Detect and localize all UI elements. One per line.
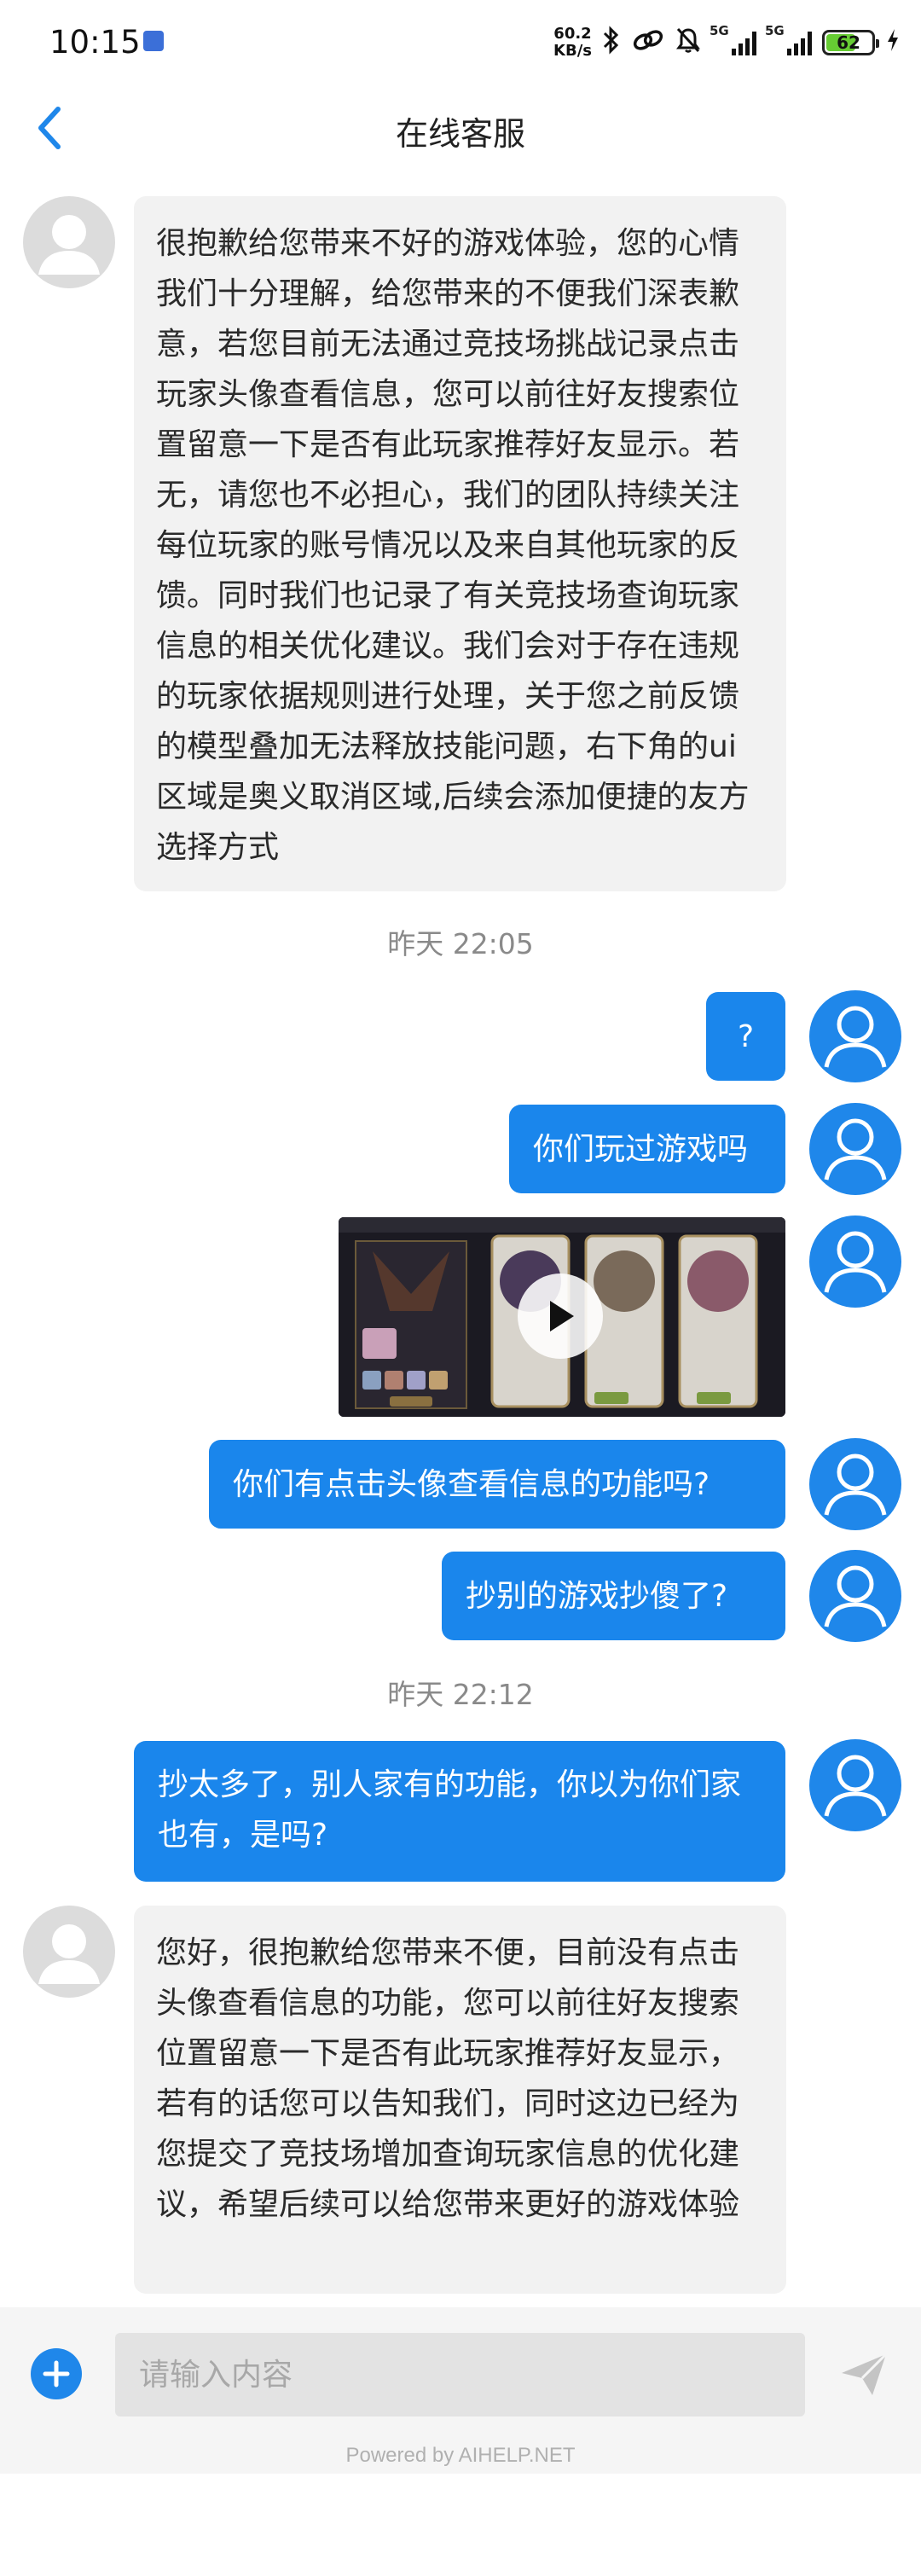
message-timestamp: 昨天 22:12	[387, 1678, 534, 1711]
status-time: 10:15	[49, 24, 141, 61]
agent-message: 您好，很抱歉给您带来不便，目前没有点击头像查看信息的功能，您可以前往好友搜索位置…	[134, 1906, 786, 2294]
user-avatar	[809, 1103, 901, 1195]
status-bar: 10:15 60.2 KB/s 5G 5G 62	[0, 0, 921, 85]
user-avatar	[809, 1550, 901, 1642]
person-icon	[38, 1924, 100, 1984]
link-icon	[631, 27, 665, 58]
send-icon	[842, 2353, 888, 2395]
network-speed-unit: KB/s	[553, 42, 592, 60]
person-icon	[824, 1118, 887, 1181]
video-message[interactable]	[339, 1217, 785, 1417]
app-notification-icon	[143, 31, 164, 51]
signal-strength-1: 5G	[710, 23, 756, 55]
chat-area[interactable]: 很抱歉给您带来不好的游戏体验，您的心情我们十分理解，给您带来的不便我们深表歉意，…	[0, 171, 921, 2307]
person-icon	[824, 1453, 887, 1516]
person-icon	[824, 1231, 887, 1293]
agent-avatar	[23, 196, 115, 288]
user-message: 抄太多了，别人家有的功能，你以为你们家也有，是吗?	[134, 1741, 785, 1882]
status-icons: 60.2 KB/s 5G 5G 62	[553, 19, 901, 67]
play-icon	[550, 1301, 574, 1332]
user-avatar	[809, 1215, 901, 1308]
mute-bell-icon	[675, 26, 701, 59]
network-speed-value: 60.2	[553, 25, 592, 43]
play-button[interactable]	[518, 1273, 603, 1359]
user-avatar	[809, 990, 901, 1082]
page-title: 在线客服	[395, 115, 525, 153]
user-message: ?	[706, 992, 785, 1081]
bluetooth-icon	[602, 26, 621, 60]
send-button[interactable]	[836, 2347, 892, 2403]
battery-level: 62	[837, 32, 860, 53]
message-input[interactable]	[115, 2333, 805, 2416]
signal-2-label: 5G	[765, 23, 785, 38]
chat-header: 在线客服	[0, 85, 921, 171]
person-icon	[824, 1006, 887, 1068]
user-message: 你们玩过游戏吗	[509, 1105, 785, 1193]
person-icon	[38, 215, 100, 275]
person-icon	[824, 1755, 887, 1817]
person-icon	[824, 1565, 887, 1627]
user-avatar	[809, 1739, 901, 1831]
plus-icon	[43, 2360, 70, 2387]
charging-icon	[885, 27, 901, 58]
user-message: 你们有点击头像查看信息的功能吗?	[209, 1440, 785, 1529]
network-speed: 60.2 KB/s	[553, 26, 592, 60]
signal-strength-2: 5G	[765, 23, 812, 55]
battery-indicator: 62	[822, 30, 879, 55]
agent-avatar	[23, 1906, 115, 1998]
agent-message: 很抱歉给您带来不好的游戏体验，您的心情我们十分理解，给您带来的不便我们深表歉意，…	[134, 196, 786, 891]
user-message: 抄别的游戏抄傻了?	[442, 1552, 785, 1640]
signal-1-label: 5G	[710, 23, 729, 38]
powered-by-label: Powered by AIHELP.NET	[345, 2444, 576, 2467]
add-attachment-button[interactable]	[31, 2348, 82, 2399]
user-avatar	[809, 1438, 901, 1530]
input-bar: Powered by AIHELP.NET	[0, 2307, 921, 2474]
message-timestamp: 昨天 22:05	[387, 927, 534, 960]
